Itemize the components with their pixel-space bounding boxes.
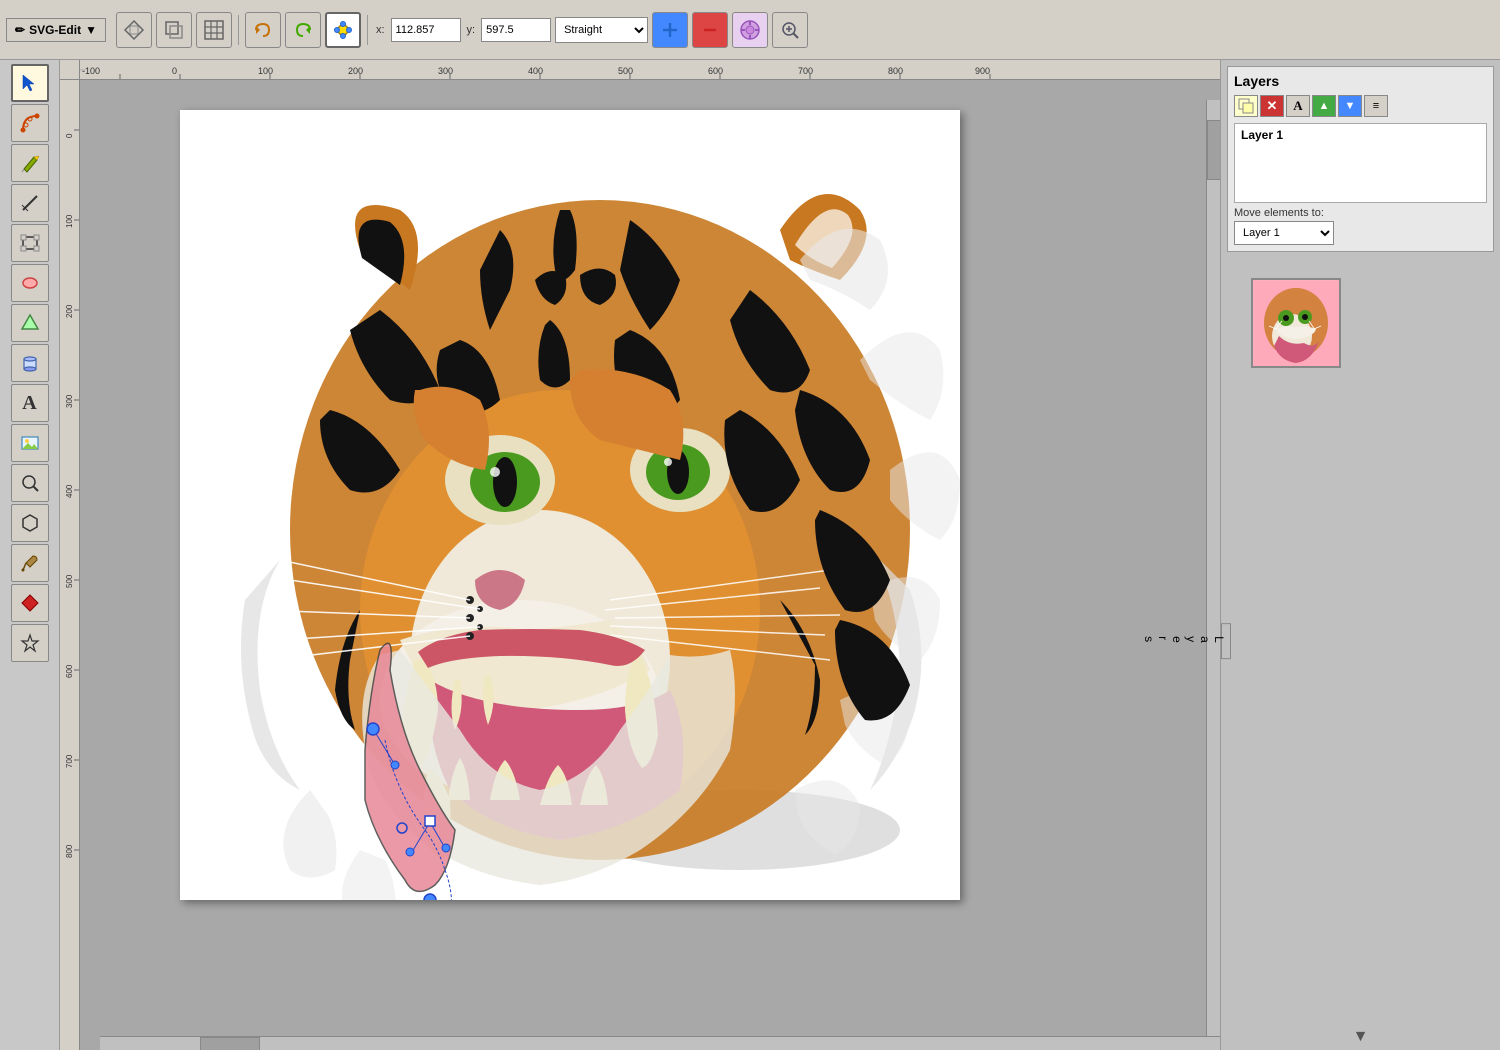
layer-thumbnail: [1251, 278, 1341, 368]
svg-canvas[interactable]: [80, 80, 1220, 1050]
tool-hexagon[interactable]: [11, 504, 49, 542]
right-panel: Layers ✕ A ▲ ▼ ≡ Layer 1 Move elements t…: [1220, 60, 1500, 1050]
tiger-illustration: [180, 110, 960, 900]
clone-btn[interactable]: [156, 12, 192, 48]
svg-text:400: 400: [65, 484, 74, 498]
svg-text:500: 500: [65, 574, 74, 588]
x-label: x:: [376, 24, 385, 36]
tool-text[interactable]: A: [11, 384, 49, 422]
top-toolbar: ✏ SVG-Edit ▼: [0, 0, 1500, 60]
move-layer-down-btn[interactable]: ▼: [1338, 95, 1362, 117]
main-area: A: [0, 60, 1500, 1050]
move-elements-label: Move elements to:: [1234, 207, 1487, 219]
y-label: y:: [467, 24, 476, 36]
ruler-left-svg: 0 100 200 300 400 500: [60, 80, 80, 1050]
app-title-label: SVG-Edit: [29, 23, 81, 37]
app-title-btn[interactable]: ✏ SVG-Edit ▼: [6, 18, 106, 42]
svg-text:800: 800: [65, 844, 74, 858]
svg-text:100: 100: [65, 214, 74, 228]
layer-name: Layer 1: [1241, 128, 1283, 142]
add-node-btn[interactable]: [652, 12, 688, 48]
svg-text:200: 200: [65, 304, 74, 318]
scroll-down-btn[interactable]: ▼: [1221, 1024, 1500, 1050]
layers-toolbar: ✕ A ▲ ▼ ≡: [1234, 95, 1487, 117]
grid-btn[interactable]: [196, 12, 232, 48]
tool-rect[interactable]: [11, 224, 49, 262]
svg-text:700: 700: [798, 66, 813, 76]
ruler-top: -100 0 100 200 300 400: [80, 60, 1220, 80]
app-title-arrow: ▼: [85, 23, 97, 37]
tool-ellipse[interactable]: [11, 264, 49, 302]
tool-zoom[interactable]: [11, 464, 49, 502]
canvas-area[interactable]: -100 0 100 200 300 400: [60, 60, 1220, 1050]
redo-btn[interactable]: [285, 12, 321, 48]
thumbnail-container: [1251, 278, 1341, 1024]
tool-select[interactable]: [11, 64, 49, 102]
tool-pencil[interactable]: [11, 144, 49, 182]
svg-text:200: 200: [348, 66, 363, 76]
tool-star[interactable]: [11, 624, 49, 662]
svg-text:500: 500: [618, 66, 633, 76]
layers-panel: Layers ✕ A ▲ ▼ ≡ Layer 1 Move elements t…: [1227, 66, 1494, 252]
tool-line[interactable]: [11, 184, 49, 222]
svg-text:-100: -100: [82, 66, 100, 76]
x-input[interactable]: [391, 18, 461, 42]
svg-text:400: 400: [528, 66, 543, 76]
node-settings-btn[interactable]: [732, 12, 768, 48]
node-type-select[interactable]: Straight Smooth Symmetric Auto-smooth: [555, 17, 648, 43]
tool-cylinder[interactable]: [11, 344, 49, 382]
svg-text:100: 100: [258, 66, 273, 76]
ruler-left: 0 100 200 300 400 500: [60, 80, 80, 1050]
svg-text:300: 300: [438, 66, 453, 76]
tool-image[interactable]: [11, 424, 49, 462]
undo-btn[interactable]: [245, 12, 281, 48]
layers-title: Layers: [1234, 73, 1487, 89]
tool-dropper[interactable]: [11, 544, 49, 582]
rename-layer-btn[interactable]: A: [1286, 95, 1310, 117]
horizontal-scrollbar[interactable]: [100, 1036, 1220, 1050]
svg-text:600: 600: [708, 66, 723, 76]
y-input[interactable]: [481, 18, 551, 42]
node-indicator-btn[interactable]: [116, 12, 152, 48]
ruler-corner: [60, 60, 80, 80]
svg-text:700: 700: [65, 754, 74, 768]
sep1: [238, 15, 239, 45]
svg-text:0: 0: [65, 133, 74, 138]
svg-text:0: 0: [172, 66, 177, 76]
svg-text:600: 600: [65, 664, 74, 678]
left-toolbar: A: [0, 60, 60, 1050]
svg-text:800: 800: [888, 66, 903, 76]
tool-node-edit[interactable]: [11, 104, 49, 142]
layers-side-tab[interactable]: Layers: [1221, 623, 1231, 659]
move-layer-up-btn[interactable]: ▲: [1312, 95, 1336, 117]
svg-text:900: 900: [975, 66, 990, 76]
vertical-scrollbar[interactable]: [1206, 100, 1220, 1036]
move-layer-select[interactable]: Layer 1: [1234, 221, 1334, 245]
layer-menu-btn[interactable]: ≡: [1364, 95, 1388, 117]
layers-side-area: Layers: [1221, 258, 1500, 1024]
ruler-top-svg: -100 0 100 200 300 400: [80, 60, 1220, 80]
delete-node-btn[interactable]: [692, 12, 728, 48]
zoom-to-fit-btn[interactable]: [772, 12, 808, 48]
app-icon: ✏: [15, 23, 25, 37]
tool-polygon[interactable]: [11, 304, 49, 342]
layer-item[interactable]: Layer 1: [1234, 123, 1487, 203]
svg-text:300: 300: [65, 394, 74, 408]
delete-layer-btn[interactable]: ✕: [1260, 95, 1284, 117]
sep2: [367, 15, 368, 45]
tool-diamond[interactable]: [11, 584, 49, 622]
new-layer-btn[interactable]: [1234, 95, 1258, 117]
node-tool-active-btn[interactable]: [325, 12, 361, 48]
